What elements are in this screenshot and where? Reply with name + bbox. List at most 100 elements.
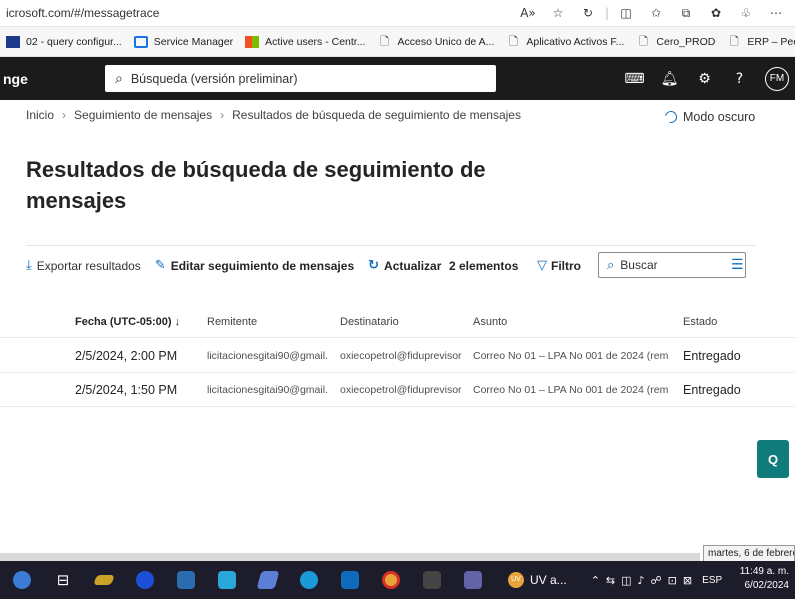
gear-icon[interactable]: ⚙ xyxy=(687,71,722,87)
favorites-bar: 02 - query configur... Service Manager A… xyxy=(0,27,795,57)
language-indicator[interactable]: ESP xyxy=(702,575,722,586)
edit-trace-button[interactable]: ✎ Editar seguimiento de mensajes xyxy=(155,258,354,273)
favorite-item[interactable]: 🗋 Aplicativo Activos F... xyxy=(500,27,630,56)
column-header-sender[interactable]: Remitente xyxy=(207,310,327,334)
column-header-date[interactable]: Fecha (UTC-05:00) ↓ xyxy=(75,310,195,334)
chevron-right-icon: › xyxy=(220,108,225,122)
tray-icons[interactable]: ⌃⇆◫♪☍⊡⊠ xyxy=(591,574,698,587)
database-icon xyxy=(6,35,20,48)
terminal-icon[interactable]: ⌨ xyxy=(617,71,652,87)
network-app-icon[interactable] xyxy=(211,564,243,596)
favorite-label: Service Manager xyxy=(153,35,234,48)
filter-icon: ▽ xyxy=(537,258,547,273)
favorite-item[interactable]: 🗋 Cero_PROD xyxy=(630,27,721,56)
search-icon: ⌕ xyxy=(607,257,615,272)
clock-time: 11:49 a. m. xyxy=(739,566,789,577)
notes-app-icon[interactable] xyxy=(252,564,284,596)
page-icon: 🗋 xyxy=(729,35,739,48)
cell-sender: licitacionesgitai90@gmail.... xyxy=(207,384,327,396)
security-app-icon[interactable] xyxy=(129,564,161,596)
eraser-app-icon[interactable] xyxy=(88,564,120,596)
cell-recipient: oxiecopetrol@fiduprevisor... xyxy=(340,350,462,362)
favorite-item[interactable]: Active users - Centr... xyxy=(239,27,371,56)
favorite-label: Acceso Unico de A... xyxy=(397,35,495,48)
cell-status: Entregado xyxy=(683,383,741,397)
url-field[interactable]: icrosoft.com/#/messagetrace xyxy=(0,6,513,20)
cell-status: Entregado xyxy=(683,349,741,363)
favorite-item[interactable]: 🗋 ERP – PeopleSoft xyxy=(721,27,795,56)
app-header: nge ⌕ Búsqueda (versión preliminar) ⌨ 🔔︎… xyxy=(0,57,795,100)
search-placeholder: Buscar xyxy=(620,258,658,272)
dark-mode-toggle[interactable]: Modo oscuro xyxy=(662,108,756,126)
profile-icon[interactable]: ♧ xyxy=(731,6,761,20)
page-icon: 🗋 xyxy=(508,35,518,48)
table-header: Fecha (UTC-05:00) ↓ Remitente Destinatar… xyxy=(0,310,795,338)
teams-icon[interactable] xyxy=(457,564,489,596)
export-results-button[interactable]: ⤓ Exportar resultados xyxy=(26,258,141,273)
chevron-right-icon: › xyxy=(62,108,67,122)
favorite-label: 02 - query configur... xyxy=(26,35,122,48)
column-options-icon[interactable]: ☰ xyxy=(731,257,744,273)
bell-icon[interactable]: 🔔︎ xyxy=(652,71,687,87)
favorite-item[interactable]: 02 - query configur... xyxy=(0,27,128,56)
avatar[interactable]: FM xyxy=(765,66,789,91)
column-header-subject[interactable]: Asunto xyxy=(473,310,668,334)
help-chat-button[interactable]: Q xyxy=(757,440,789,478)
start-icon[interactable] xyxy=(6,564,38,596)
remote-app-icon[interactable] xyxy=(170,564,202,596)
open-app-label[interactable]: UV a... xyxy=(530,573,567,587)
search-placeholder: Búsqueda (versión preliminar) xyxy=(130,71,298,86)
page-icon: 🗋 xyxy=(638,35,648,48)
microsoft-logo-icon xyxy=(245,35,260,48)
collections-icon[interactable]: ⧉ xyxy=(671,6,701,21)
favorite-label: ERP – PeopleSoft xyxy=(747,35,795,48)
breadcrumb-message-trace[interactable]: Seguimiento de mensajes xyxy=(74,108,212,122)
column-header-status[interactable]: Estado xyxy=(683,310,783,334)
table-row[interactable]: 2/5/2024, 2:00 PM licitacionesgitai90@gm… xyxy=(0,339,795,373)
app-title[interactable]: nge xyxy=(0,71,105,87)
help-icon[interactable]: ? xyxy=(722,71,757,87)
table-row[interactable]: 2/5/2024, 1:50 PM licitacionesgitai90@gm… xyxy=(0,373,795,407)
edge-browser-icon[interactable] xyxy=(293,564,325,596)
results-search-input[interactable]: ⌕ Buscar xyxy=(598,252,746,278)
search-icon: ⌕ xyxy=(115,70,123,86)
dark-mode-label: Modo oscuro xyxy=(683,110,756,124)
terminal-app-icon[interactable] xyxy=(416,564,448,596)
extensions-icon[interactable]: ✿ xyxy=(701,6,731,20)
taskbar: ⊟ UV UV a... ⌃⇆◫♪☍⊡⊠ ESP 11:49 a. m. 6/0… xyxy=(0,561,795,599)
filter-button[interactable]: ▽ Filtro xyxy=(537,258,581,273)
global-search-input[interactable]: ⌕ Búsqueda (versión preliminar) xyxy=(105,65,496,92)
refresh-button[interactable]: ↻ Actualizar xyxy=(368,258,441,273)
horizontal-scrollbar[interactable] xyxy=(0,553,700,561)
task-view-icon[interactable]: ⊟ xyxy=(47,564,79,596)
outlook-icon[interactable] xyxy=(334,564,366,596)
pencil-icon: ✎ xyxy=(154,258,166,273)
edit-label: Editar seguimiento de mensajes xyxy=(170,258,355,273)
favorite-star-icon[interactable]: ☆ xyxy=(543,6,573,20)
split-screen-icon[interactable]: ◫ xyxy=(611,6,641,20)
breadcrumb-home[interactable]: Inicio xyxy=(26,108,54,122)
chrome-icon[interactable] xyxy=(375,564,407,596)
cell-recipient: oxiecopetrol@fiduprevisor... xyxy=(340,384,462,396)
header-actions: ⌨ 🔔︎ ⚙ ? FM xyxy=(617,57,795,100)
refresh-icon[interactable]: ↻ xyxy=(573,6,603,20)
uv-app-icon[interactable]: UV xyxy=(508,572,524,588)
breadcrumb: Inicio › Seguimiento de mensajes › Resul… xyxy=(26,108,521,122)
favorite-label: Cero_PROD xyxy=(656,35,716,48)
read-aloud-icon[interactable]: A» xyxy=(513,6,543,20)
cell-date: 2/5/2024, 2:00 PM xyxy=(75,349,178,363)
page-icon: 🗋 xyxy=(380,35,389,48)
favorite-item[interactable]: Service Manager xyxy=(128,27,239,56)
favorites-icon[interactable]: ✩ xyxy=(641,6,671,20)
page-title: Resultados de búsqueda de seguimiento de… xyxy=(26,157,486,213)
favorite-label: Active users - Centr... xyxy=(265,35,366,48)
item-count: 2 elementos xyxy=(449,258,519,273)
favorite-label: Aplicativo Activos F... xyxy=(526,35,625,48)
clock[interactable]: 11:49 a. m. 6/02/2024 xyxy=(740,565,789,593)
more-icon[interactable]: ⋯ xyxy=(761,6,791,20)
favorite-item[interactable]: 🗋 Acceso Unico de A... xyxy=(371,27,500,56)
column-header-recipient[interactable]: Destinatario xyxy=(340,310,462,334)
cell-sender: licitacionesgitai90@gmail.... xyxy=(207,350,327,362)
system-tray: UV UV a... ⌃⇆◫♪☍⊡⊠ ESP xyxy=(508,561,722,599)
service-manager-icon xyxy=(133,35,148,48)
